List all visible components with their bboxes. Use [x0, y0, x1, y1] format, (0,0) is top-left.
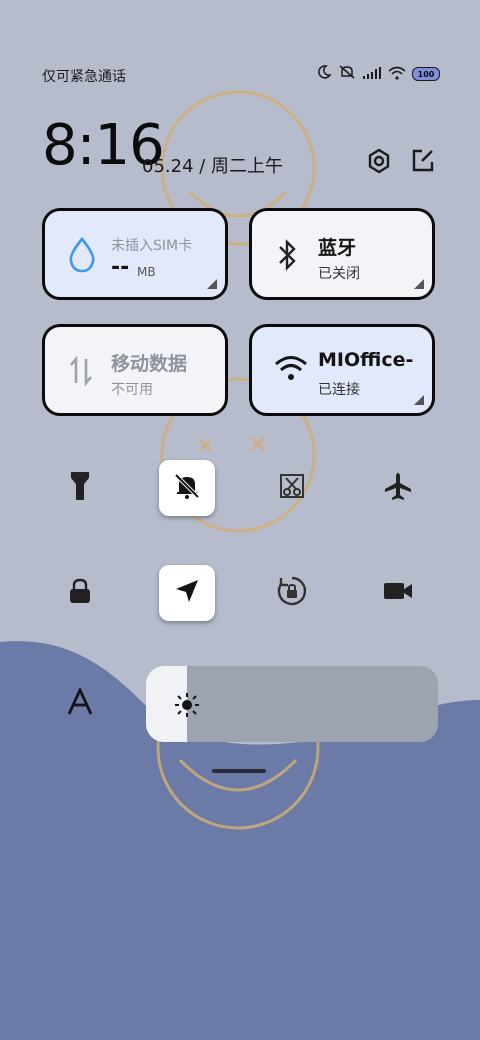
- status-icons: 100: [316, 64, 440, 84]
- bluetooth-icon: [274, 237, 300, 277]
- auto-brightness-a-icon: [66, 686, 94, 720]
- sun-icon: [174, 692, 200, 722]
- location-arrow-icon: [174, 578, 200, 608]
- bell-off-icon: [173, 472, 201, 504]
- tile-corner: [207, 279, 217, 289]
- date-text: 05.24 / 周二上午: [142, 156, 284, 177]
- location-toggle[interactable]: [159, 565, 215, 621]
- mobile-data-title: 移动数据: [111, 353, 188, 375]
- data-value: --: [111, 255, 130, 280]
- auto-brightness-toggle[interactable]: [52, 676, 108, 732]
- water-drop-icon: [67, 236, 97, 277]
- scissors-screenshot-icon: [278, 472, 306, 504]
- data-unit: MB: [137, 265, 156, 279]
- carrier-status-text: 仅可紧急通话: [42, 69, 126, 85]
- lock-icon: [68, 577, 92, 609]
- wifi-icon: [274, 353, 308, 387]
- moon-icon: [316, 64, 332, 84]
- video-camera-icon: [383, 580, 413, 606]
- screenshot-toggle[interactable]: [264, 460, 320, 516]
- flashlight-icon: [69, 470, 91, 506]
- rotation-lock-toggle[interactable]: [264, 565, 320, 621]
- tile-wifi[interactable]: MIOffice- 已连接: [249, 324, 435, 416]
- airplane-mode-toggle[interactable]: [370, 460, 426, 516]
- battery-icon: 100: [412, 67, 440, 81]
- mobile-data-status: 不可用: [111, 382, 153, 398]
- screen-record-toggle[interactable]: [370, 565, 426, 621]
- tile-data-usage[interactable]: 未插入SIM卡 -- MB: [42, 208, 228, 300]
- rotation-lock-icon: [276, 575, 308, 611]
- airplane-icon: [383, 471, 413, 505]
- mobile-data-icon: [67, 353, 95, 393]
- signal-icon: [362, 65, 382, 84]
- wifi-network-name: MIOffice-: [318, 349, 414, 371]
- lock-screen-toggle[interactable]: [52, 565, 108, 621]
- brightness-slider[interactable]: [146, 666, 438, 742]
- mute-toggle[interactable]: [159, 460, 215, 516]
- settings-gear-icon[interactable]: [366, 148, 392, 178]
- edit-icon[interactable]: [410, 148, 436, 178]
- mute-icon: [338, 64, 356, 84]
- tile-bluetooth[interactable]: 蓝牙 已关闭: [249, 208, 435, 300]
- bluetooth-title: 蓝牙: [318, 237, 357, 259]
- header-actions: [366, 148, 436, 178]
- sim-title: 未插入SIM卡: [111, 238, 193, 254]
- wifi-status-icon: [388, 65, 406, 84]
- tile-mobile-data[interactable]: 移动数据 不可用: [42, 324, 228, 416]
- tile-corner: [414, 395, 424, 405]
- bluetooth-status: 已关闭: [318, 266, 360, 282]
- wifi-status: 已连接: [318, 382, 360, 398]
- drag-handle[interactable]: [212, 769, 266, 773]
- flashlight-toggle[interactable]: [52, 460, 108, 516]
- tile-corner: [414, 279, 424, 289]
